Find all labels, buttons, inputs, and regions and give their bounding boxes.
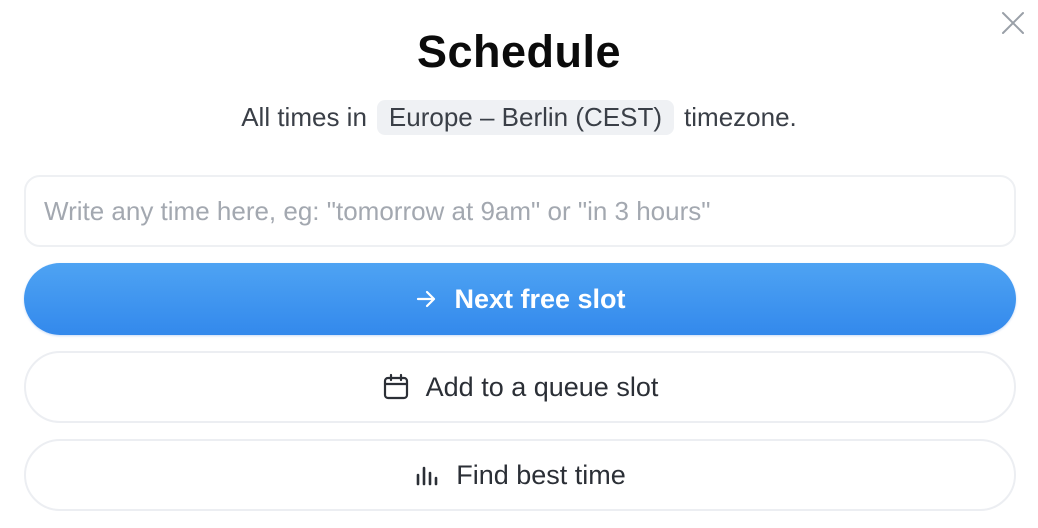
calendar-icon — [382, 373, 410, 401]
schedule-dialog: Schedule All times in Europe – Berlin (C… — [0, 0, 1038, 528]
dialog-title: Schedule — [416, 26, 622, 77]
add-to-queue-slot-button[interactable]: Add to a queue slot — [24, 351, 1016, 423]
bar-chart-icon — [414, 462, 440, 488]
find-best-time-label: Find best time — [456, 459, 626, 490]
next-free-slot-label: Next free slot — [454, 283, 626, 314]
timezone-suffix: timezone. — [684, 102, 797, 132]
timezone-line: All times in Europe – Berlin (CEST) time… — [0, 100, 1038, 135]
timezone-prefix: All times in — [241, 102, 367, 132]
time-input-container — [24, 175, 1016, 247]
next-free-slot-button[interactable]: Next free slot — [24, 263, 1016, 335]
add-to-queue-slot-label: Add to a queue slot — [425, 371, 659, 402]
find-best-time-button[interactable]: Find best time — [24, 439, 1016, 511]
arrow-right-icon — [414, 287, 438, 311]
timezone-chip[interactable]: Europe – Berlin (CEST) — [376, 100, 675, 135]
time-input[interactable] — [26, 177, 1014, 245]
